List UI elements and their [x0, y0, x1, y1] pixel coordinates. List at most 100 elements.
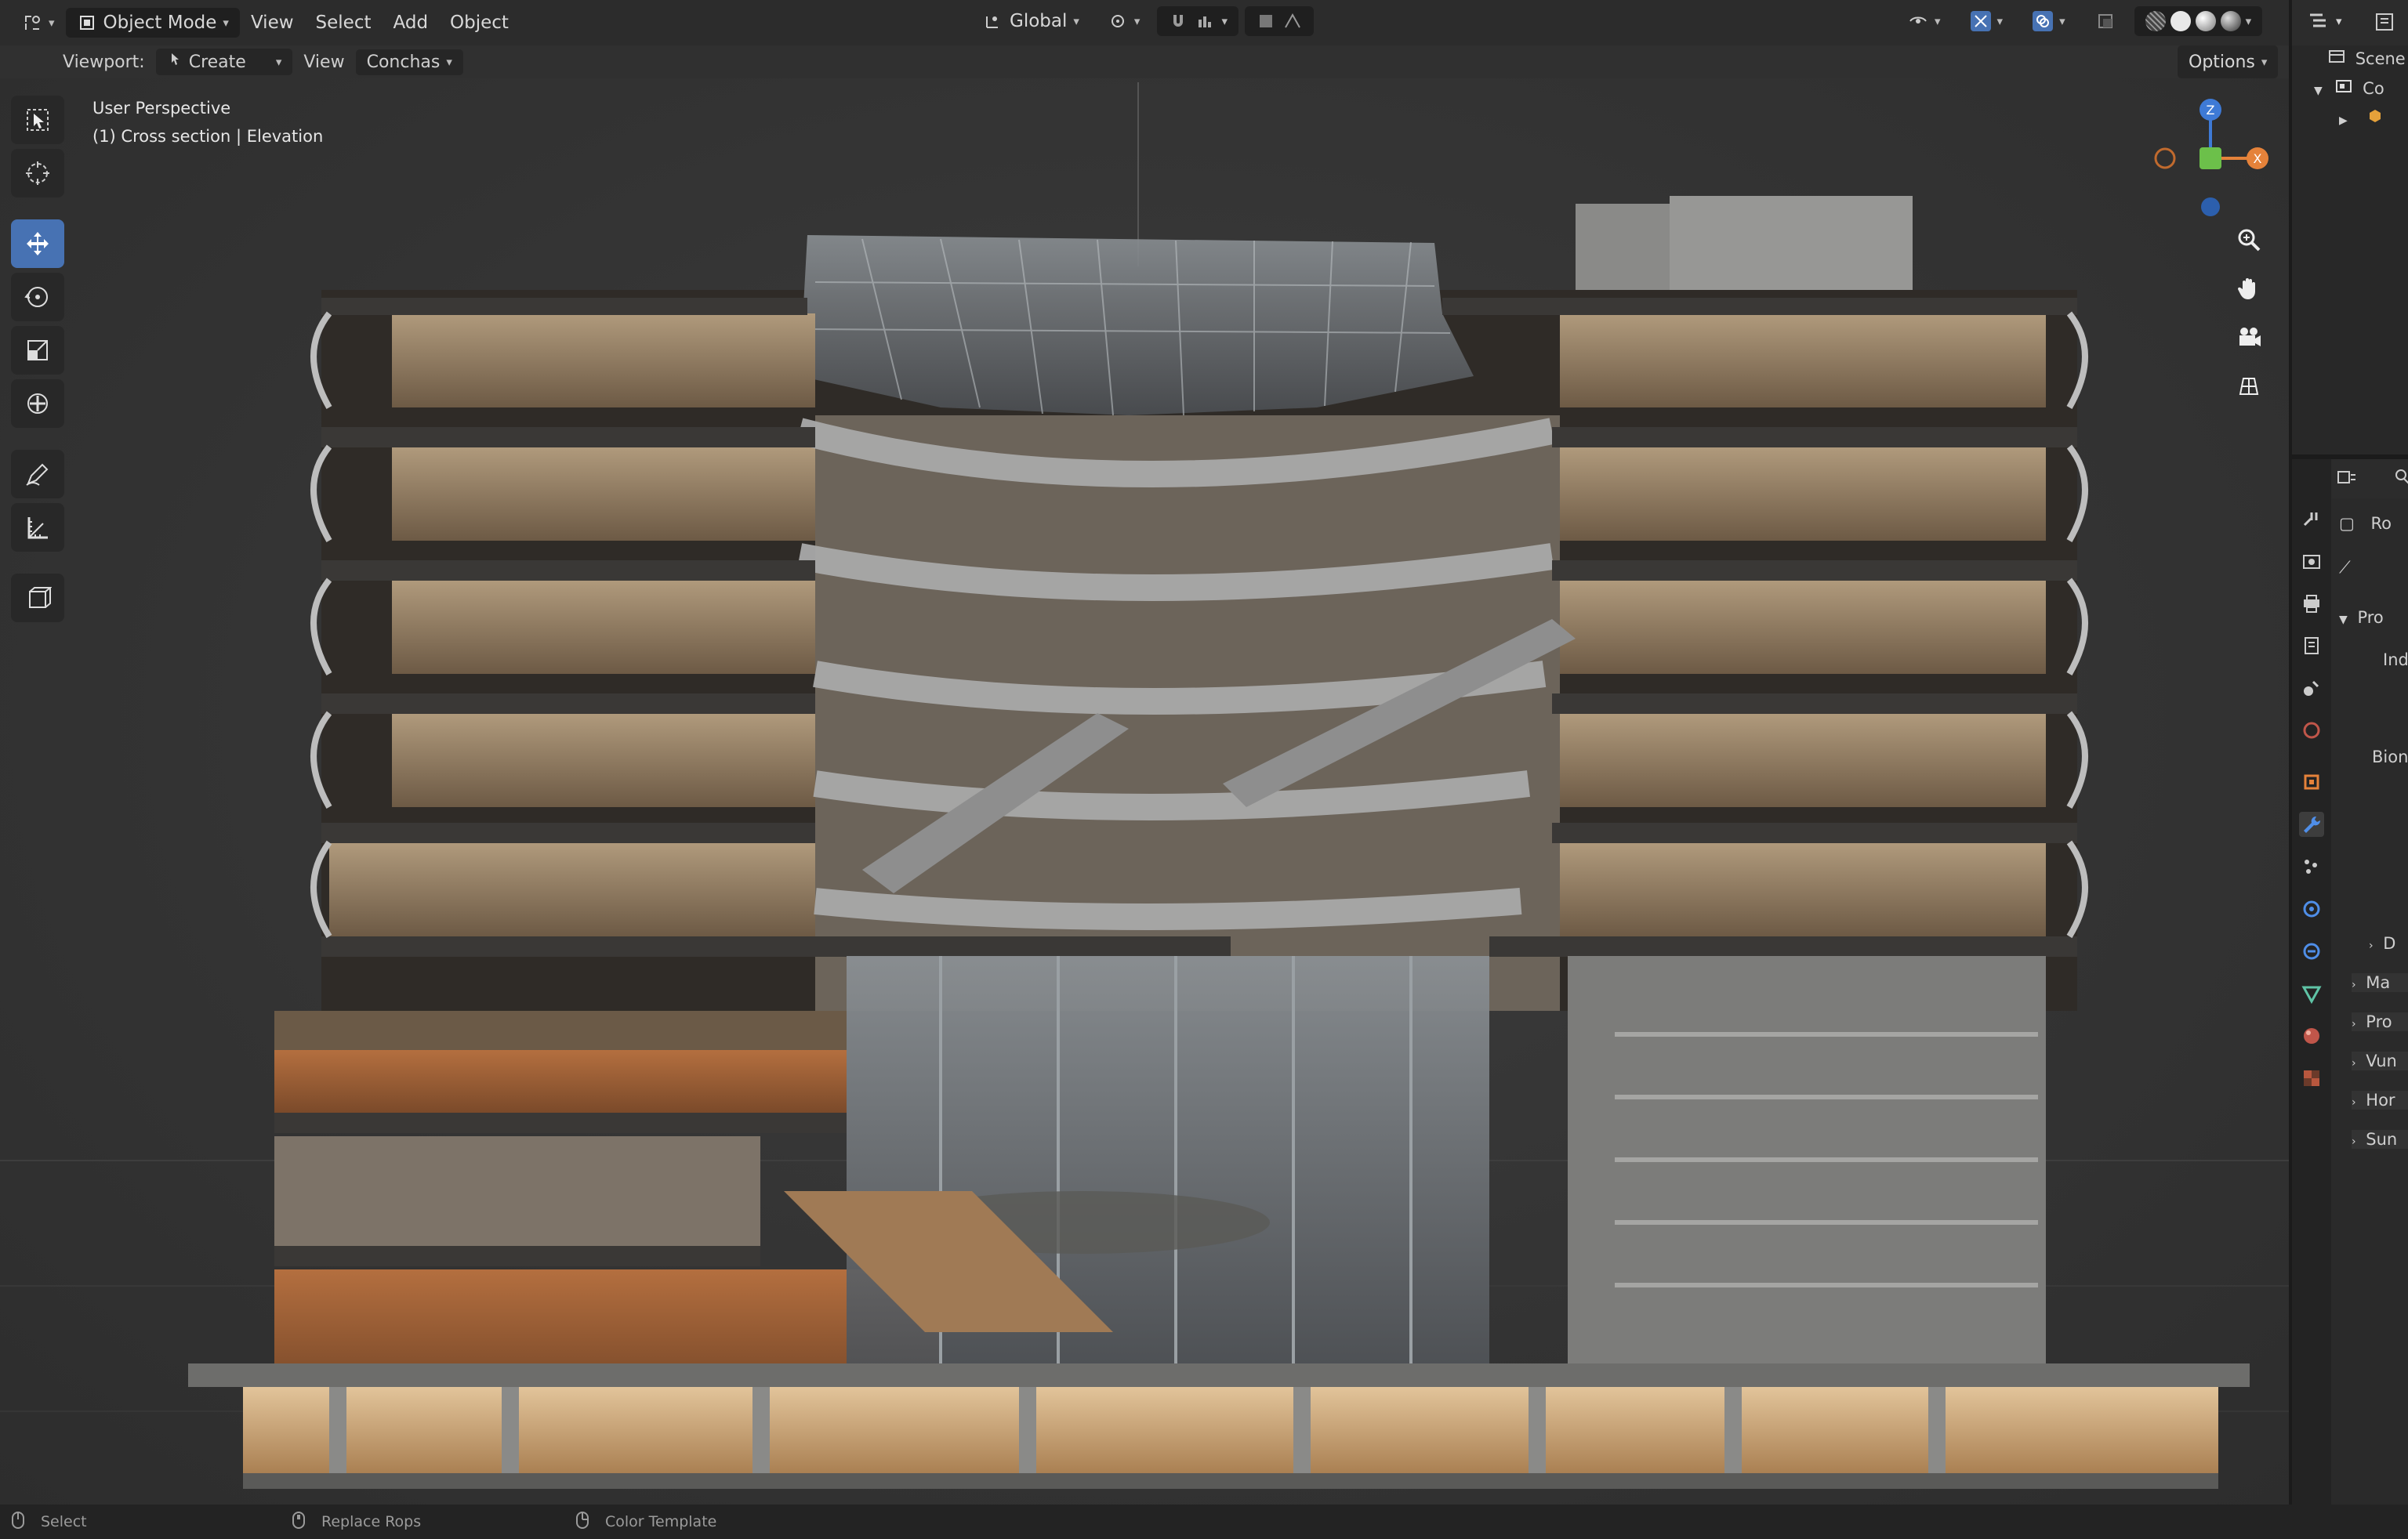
constraints-tab[interactable]: [2299, 939, 2324, 964]
rotate-tool[interactable]: [11, 273, 64, 321]
scale-tool[interactable]: [11, 326, 64, 375]
constraints-icon: [2303, 943, 2320, 960]
annotate-tool[interactable]: [11, 450, 64, 498]
tool-tab[interactable]: [2299, 506, 2324, 531]
move-tool[interactable]: [11, 219, 64, 268]
view-dropdown[interactable]: View: [292, 49, 355, 75]
chevron-down-icon[interactable]: ▼: [2314, 85, 2323, 97]
create-dropdown[interactable]: Create ▾: [155, 49, 293, 75]
transform-orientation-dropdown[interactable]: Global ▾: [972, 6, 1090, 36]
physics-tab[interactable]: [2299, 896, 2324, 922]
navigation-gizmo[interactable]: Z X: [2148, 96, 2273, 221]
menu-object[interactable]: Object: [439, 8, 520, 38]
property-row[interactable]: Ind: [2383, 650, 2408, 669]
snap-target-icon: [1195, 11, 1215, 31]
chevron-down-icon: ▾: [1221, 14, 1228, 28]
chevron-right-icon[interactable]: ▶: [2339, 114, 2348, 127]
output-tab[interactable]: [2299, 591, 2324, 616]
solid-shading-icon[interactable]: [2170, 11, 2191, 31]
chevron-down-icon: ▾: [1133, 14, 1141, 28]
status-middle-label: Replace Rops: [321, 1513, 422, 1530]
chevron-down-icon[interactable]: ▾: [2246, 14, 2252, 28]
snap-toggle[interactable]: ▾: [1157, 6, 1238, 36]
outliner-panel: ▾ Scene ▼ Co ▶: [2289, 0, 2408, 454]
status-context-label: Color Template: [605, 1513, 717, 1530]
material-preview-shading-icon[interactable]: [2195, 11, 2216, 31]
property-row[interactable]: ▢ Ro: [2339, 514, 2408, 533]
shading-dropdown[interactable]: Conchas ▾: [355, 49, 463, 75]
panel-header-row[interactable]: › Pro: [2352, 1012, 2408, 1031]
view-layer-tab[interactable]: [2299, 633, 2324, 658]
display-mode-icon[interactable]: [2308, 11, 2331, 36]
scene-collection-icon: [2328, 49, 2351, 68]
scene-tab[interactable]: [2299, 675, 2324, 701]
svg-text:Z: Z: [2207, 103, 2215, 118]
gizmos-toggle[interactable]: ▾: [1960, 6, 2015, 36]
pan-button[interactable]: [2229, 270, 2268, 307]
gizmo-icon: [1970, 11, 1991, 31]
outliner-collection-row[interactable]: ▼ Co: [2314, 78, 2384, 98]
render-tab[interactable]: [2299, 549, 2324, 574]
wireframe-shading-icon[interactable]: [2145, 11, 2166, 31]
proportional-editing-toggle[interactable]: [1244, 6, 1314, 36]
property-row-label: D: [2383, 934, 2396, 953]
camera-view-button[interactable]: [2229, 318, 2268, 356]
panel-header-row[interactable]: › Vun: [2352, 1052, 2408, 1070]
3d-viewport[interactable]: User Perspective (1) Cross section | Ele…: [0, 78, 2289, 1505]
toggle-perspective-button[interactable]: [2229, 367, 2268, 404]
panel-header-row[interactable]: ▼ Pro: [2339, 608, 2408, 627]
data-triangle-icon: [2301, 986, 2322, 1005]
overlays-toggle[interactable]: ▾: [2022, 6, 2076, 36]
data-tab[interactable]: [2299, 981, 2324, 1006]
filter-icon[interactable]: [2374, 11, 2395, 36]
property-row[interactable]: ⟋: [2339, 558, 2408, 578]
outliner-scene-row[interactable]: Scene: [2328, 49, 2406, 68]
menu-select[interactable]: Select: [305, 8, 383, 38]
menu-view[interactable]: View: [240, 8, 305, 38]
xray-toggle[interactable]: [2084, 6, 2127, 36]
zoom-button[interactable]: [2229, 221, 2268, 259]
panel-header-row[interactable]: › D: [2369, 934, 2408, 953]
chevron-down-icon: ▾: [1935, 14, 1941, 28]
pivot-point-dropdown[interactable]: ▾: [1097, 6, 1151, 36]
panel-header-row[interactable]: › Ma: [2352, 973, 2408, 992]
menu-add[interactable]: Add: [383, 8, 440, 38]
status-select-label: Select: [41, 1513, 87, 1530]
tool-icon: [2303, 512, 2318, 527]
object-square-icon: [2304, 774, 2319, 790]
gizmo-y-axis-icon[interactable]: [2199, 147, 2221, 169]
outliner-scene-label: Scene: [2355, 49, 2406, 68]
panel-header-row[interactable]: › Hor: [2352, 1091, 2408, 1110]
measure-tool[interactable]: [11, 503, 64, 552]
material-tab[interactable]: [2299, 1023, 2324, 1048]
building-cross-section-render[interactable]: [0, 78, 2289, 1505]
panel-header-row[interactable]: › Sun: [2352, 1130, 2408, 1149]
transform-icon: [27, 393, 48, 414]
properties-editor-icon[interactable]: [2336, 469, 2358, 492]
options-dropdown[interactable]: Options ▾: [2178, 45, 2279, 78]
add-cube-tool[interactable]: [11, 574, 64, 622]
search-icon[interactable]: [2394, 467, 2408, 491]
world-tab[interactable]: [2299, 718, 2324, 743]
editor-type-menu[interactable]: ▾: [11, 8, 66, 38]
chevron-down-icon[interactable]: ▾: [2336, 14, 2342, 28]
rendered-shading-icon[interactable]: [2220, 11, 2241, 31]
particles-tab[interactable]: [2299, 854, 2324, 879]
property-row[interactable]: Bion: [2372, 748, 2408, 766]
modifiers-tab[interactable]: [2299, 812, 2324, 837]
select-box-tool[interactable]: [11, 96, 64, 144]
object-tab[interactable]: [2299, 770, 2324, 795]
status-bar: Select Replace Rops Color Template: [0, 1505, 2408, 1539]
gizmo-neg-z-icon[interactable]: [2201, 197, 2220, 216]
gizmo-neg-x-icon[interactable]: [2154, 147, 2176, 169]
wrench-icon: [2304, 816, 2321, 833]
physics-icon: [2303, 900, 2320, 918]
chevron-right-icon: ›: [2369, 940, 2374, 952]
cursor-tool[interactable]: [11, 149, 64, 197]
texture-tab[interactable]: [2299, 1066, 2324, 1091]
object-mode-dropdown[interactable]: Object Mode ▾: [65, 8, 240, 38]
object-types-visibility[interactable]: ▾: [1897, 6, 1952, 36]
outliner-object-row[interactable]: ▶: [2339, 107, 2384, 128]
transform-tool[interactable]: [11, 379, 64, 428]
hand-icon: [2237, 278, 2255, 299]
